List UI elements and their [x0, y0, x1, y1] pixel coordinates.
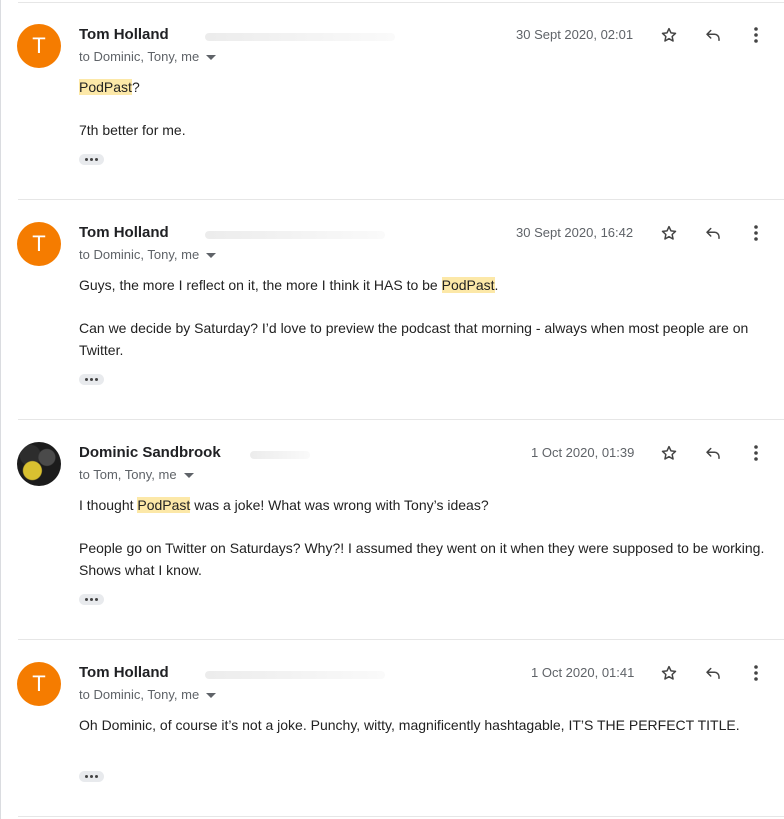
body-text: was a joke! What was wrong with Tony’s i… — [190, 497, 489, 513]
recipients-label: to Dominic, Tony, me — [79, 687, 200, 702]
star-icon[interactable] — [658, 24, 680, 46]
avatar[interactable]: T — [17, 222, 61, 266]
star-icon[interactable] — [658, 222, 680, 244]
body-paragraph: I thought PodPast was a joke! What was w… — [79, 495, 776, 517]
recipients-label: to Tom, Tony, me — [79, 467, 177, 482]
recipients-label: to Dominic, Tony, me — [79, 247, 200, 262]
star-icon[interactable] — [658, 442, 680, 464]
show-trimmed-content-button[interactable] — [79, 374, 104, 385]
message-date: 30 Sept 2020, 16:42 — [516, 225, 634, 240]
more-vertical-icon[interactable] — [745, 222, 767, 244]
body-text: 7th better for me. — [79, 122, 186, 138]
message-divider — [18, 199, 784, 200]
star-icon[interactable] — [658, 662, 680, 684]
window-left-edge — [0, 0, 1, 819]
reply-icon[interactable] — [702, 662, 724, 684]
message-date: 30 Sept 2020, 02:01 — [516, 27, 634, 42]
recipients[interactable]: to Tom, Tony, me — [79, 467, 194, 482]
sender-name[interactable]: Tom Holland — [79, 26, 169, 43]
redacted-email — [250, 451, 310, 459]
redacted-email — [205, 33, 395, 41]
more-vertical-icon[interactable] — [745, 662, 767, 684]
body-text: ? — [131, 79, 140, 95]
body-paragraph: Guys, the more I reflect on it, the more… — [79, 275, 776, 297]
ellipsis-icon — [85, 158, 88, 161]
caret-down-icon[interactable] — [206, 252, 217, 258]
caret-down-icon[interactable] — [183, 472, 194, 478]
avatar[interactable]: T — [17, 24, 61, 68]
sender-name[interactable]: Dominic Sandbrook — [79, 444, 221, 461]
redacted-email — [205, 231, 385, 239]
body-text: People go on Twitter on Saturdays? Why?!… — [79, 540, 765, 578]
message-divider — [18, 419, 784, 420]
body-text: Oh Dominic, of course it’s not a joke. P… — [79, 717, 740, 733]
search-highlight: PodPast — [441, 277, 495, 293]
avatar[interactable] — [17, 442, 61, 486]
sender-name[interactable]: Tom Holland — [79, 224, 169, 241]
show-trimmed-content-button[interactable] — [79, 154, 104, 165]
recipients[interactable]: to Dominic, Tony, me — [79, 49, 217, 64]
body-paragraph: PodPast? — [79, 77, 776, 99]
recipients[interactable]: to Dominic, Tony, me — [79, 247, 217, 262]
ellipsis-icon — [85, 598, 88, 601]
show-trimmed-content-button[interactable] — [79, 771, 104, 782]
caret-down-icon[interactable] — [206, 692, 217, 698]
message-date: 1 Oct 2020, 01:41 — [531, 665, 635, 680]
body-paragraph: Oh Dominic, of course it’s not a joke. P… — [79, 715, 776, 737]
message-date: 1 Oct 2020, 01:39 — [531, 445, 635, 460]
body-paragraph: Can we decide by Saturday? I’d love to p… — [79, 318, 776, 361]
body-text: . — [494, 277, 499, 293]
search-highlight: PodPast — [137, 497, 191, 513]
message-body: Oh Dominic, of course it’s not a joke. P… — [79, 715, 776, 737]
caret-down-icon[interactable] — [206, 54, 217, 60]
body-text: Can we decide by Saturday? I’d love to p… — [79, 320, 749, 358]
more-vertical-icon[interactable] — [745, 442, 767, 464]
redacted-email — [205, 671, 385, 679]
reply-icon[interactable] — [702, 222, 724, 244]
sender-name[interactable]: Tom Holland — [79, 664, 169, 681]
body-paragraph: People go on Twitter on Saturdays? Why?!… — [79, 538, 776, 581]
avatar[interactable]: T — [17, 662, 61, 706]
message-body: I thought PodPast was a joke! What was w… — [79, 495, 776, 581]
more-vertical-icon[interactable] — [745, 24, 767, 46]
ellipsis-icon — [85, 775, 88, 778]
body-text: Guys, the more I reflect on it, the more… — [79, 277, 442, 293]
reply-icon[interactable] — [702, 24, 724, 46]
message-divider — [18, 639, 784, 640]
reply-icon[interactable] — [702, 442, 724, 464]
message-body: PodPast? 7th better for me. — [79, 77, 776, 142]
search-highlight: PodPast — [79, 79, 132, 95]
ellipsis-icon — [85, 378, 88, 381]
message-divider — [18, 816, 784, 817]
show-trimmed-content-button[interactable] — [79, 594, 104, 605]
message-divider — [18, 2, 784, 3]
message-body: Guys, the more I reflect on it, the more… — [79, 275, 776, 361]
recipients[interactable]: to Dominic, Tony, me — [79, 687, 217, 702]
recipients-label: to Dominic, Tony, me — [79, 49, 200, 64]
body-text: I thought — [79, 497, 138, 513]
body-paragraph: 7th better for me. — [79, 120, 776, 142]
